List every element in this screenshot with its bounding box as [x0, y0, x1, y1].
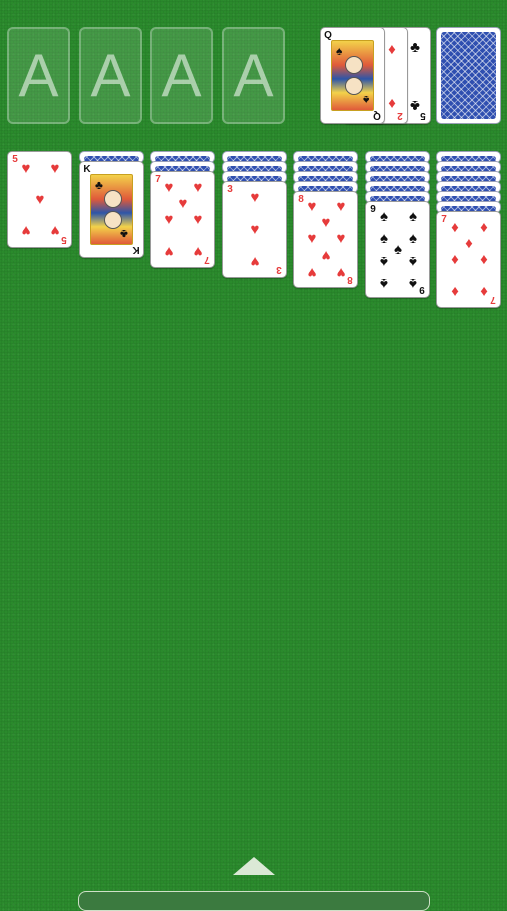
queen-illustration: ♠ ♠	[331, 40, 374, 111]
heart-icon: ♥	[164, 211, 174, 228]
heart-icon: ♥	[164, 179, 174, 196]
heart-icon: ♥	[178, 195, 188, 212]
foundation-label: A	[18, 41, 59, 109]
king-face	[103, 190, 122, 209]
tableau-6-top-card[interactable]: 9 9 ♠ ♠ ♠ ♠ ♠ ♠ ♠ ♠ ♠	[365, 201, 430, 298]
diamond-icon: ♦	[451, 219, 459, 236]
heart-icon: ♥	[193, 243, 203, 260]
heart-icon: ♥	[21, 160, 31, 177]
tableau-7-top-card[interactable]: 7 7 ♦ ♦ ♦ ♦ ♦ ♦ ♦	[436, 211, 501, 308]
spade-icon: ♠	[380, 253, 388, 270]
heart-icon: ♥	[336, 264, 346, 281]
diamond-icon: ♦	[388, 41, 396, 58]
king-face	[103, 210, 122, 229]
card-rank: K	[132, 244, 140, 255]
tableau-2-top-card[interactable]: K K ♣ ♣	[79, 161, 144, 258]
club-icon: ♣	[410, 97, 420, 114]
heart-icon: ♥	[250, 253, 260, 270]
tableau-3-top-card[interactable]: 7 7 ♥ ♥ ♥ ♥ ♥ ♥ ♥	[150, 171, 215, 268]
spade-icon: ♠	[336, 44, 343, 58]
heart-icon: ♥	[21, 222, 31, 239]
diamond-icon: ♦	[480, 283, 488, 300]
diamond-icon: ♦	[451, 251, 459, 268]
spade-icon: ♠	[409, 208, 417, 225]
up-triangle-icon[interactable]	[233, 857, 275, 875]
spade-icon: ♠	[362, 93, 369, 107]
tableau-4-top-card[interactable]: 3 3 ♥ ♥ ♥	[222, 181, 287, 278]
card-rank: 3	[276, 264, 282, 275]
bottom-menu-bar[interactable]	[78, 891, 430, 911]
heart-icon: ♥	[336, 198, 346, 215]
foundation-label: A	[233, 41, 274, 109]
heart-icon: ♥	[193, 179, 203, 196]
club-icon: ♣	[120, 227, 128, 241]
diamond-icon: ♦	[451, 283, 459, 300]
card-rank: 3	[227, 184, 233, 195]
diamond-icon: ♦	[480, 251, 488, 268]
waste-card-top[interactable]: Q Q ♠ ♠	[320, 27, 385, 124]
stock-pile[interactable]	[436, 27, 501, 124]
heart-icon: ♥	[250, 221, 260, 238]
heart-icon: ♥	[307, 264, 317, 281]
foundation-label: A	[90, 41, 131, 109]
tableau-1-top-card[interactable]: 5 5 ♥ ♥ ♥ ♥ ♥	[7, 151, 72, 248]
heart-icon: ♥	[35, 191, 45, 208]
diamond-icon: ♦	[388, 95, 396, 112]
heart-icon: ♥	[321, 247, 331, 264]
heart-icon: ♥	[50, 222, 60, 239]
spade-icon: ♠	[380, 208, 388, 225]
foundation-label: A	[161, 41, 202, 109]
heart-icon: ♥	[307, 198, 317, 215]
diamond-icon: ♦	[480, 219, 488, 236]
spade-icon: ♠	[409, 253, 417, 270]
spade-icon: ♠	[409, 275, 417, 292]
heart-icon: ♥	[50, 160, 60, 177]
foundation-4[interactable]: A	[222, 27, 285, 124]
foundation-1[interactable]: A	[7, 27, 70, 124]
heart-icon: ♥	[164, 243, 174, 260]
queen-face	[344, 56, 363, 75]
queen-face	[344, 76, 363, 95]
king-illustration: ♣ ♣	[90, 174, 133, 245]
heart-icon: ♥	[336, 230, 346, 247]
spade-icon: ♠	[409, 230, 417, 247]
heart-icon: ♥	[307, 230, 317, 247]
club-icon: ♣	[95, 178, 103, 192]
tableau-5-top-card[interactable]: 8 8 ♥ ♥ ♥ ♥ ♥ ♥ ♥ ♥	[293, 191, 358, 288]
heart-icon: ♥	[193, 211, 203, 228]
spade-icon: ♠	[380, 275, 388, 292]
club-icon: ♣	[410, 39, 420, 56]
card-rank: 2	[397, 110, 403, 121]
foundation-2[interactable]: A	[79, 27, 142, 124]
heart-icon: ♥	[250, 189, 260, 206]
card-rank: Q	[373, 110, 381, 121]
diamond-icon: ♦	[465, 235, 473, 252]
foundation-3[interactable]: A	[150, 27, 213, 124]
spade-icon: ♠	[394, 241, 402, 258]
heart-icon: ♥	[321, 214, 331, 231]
